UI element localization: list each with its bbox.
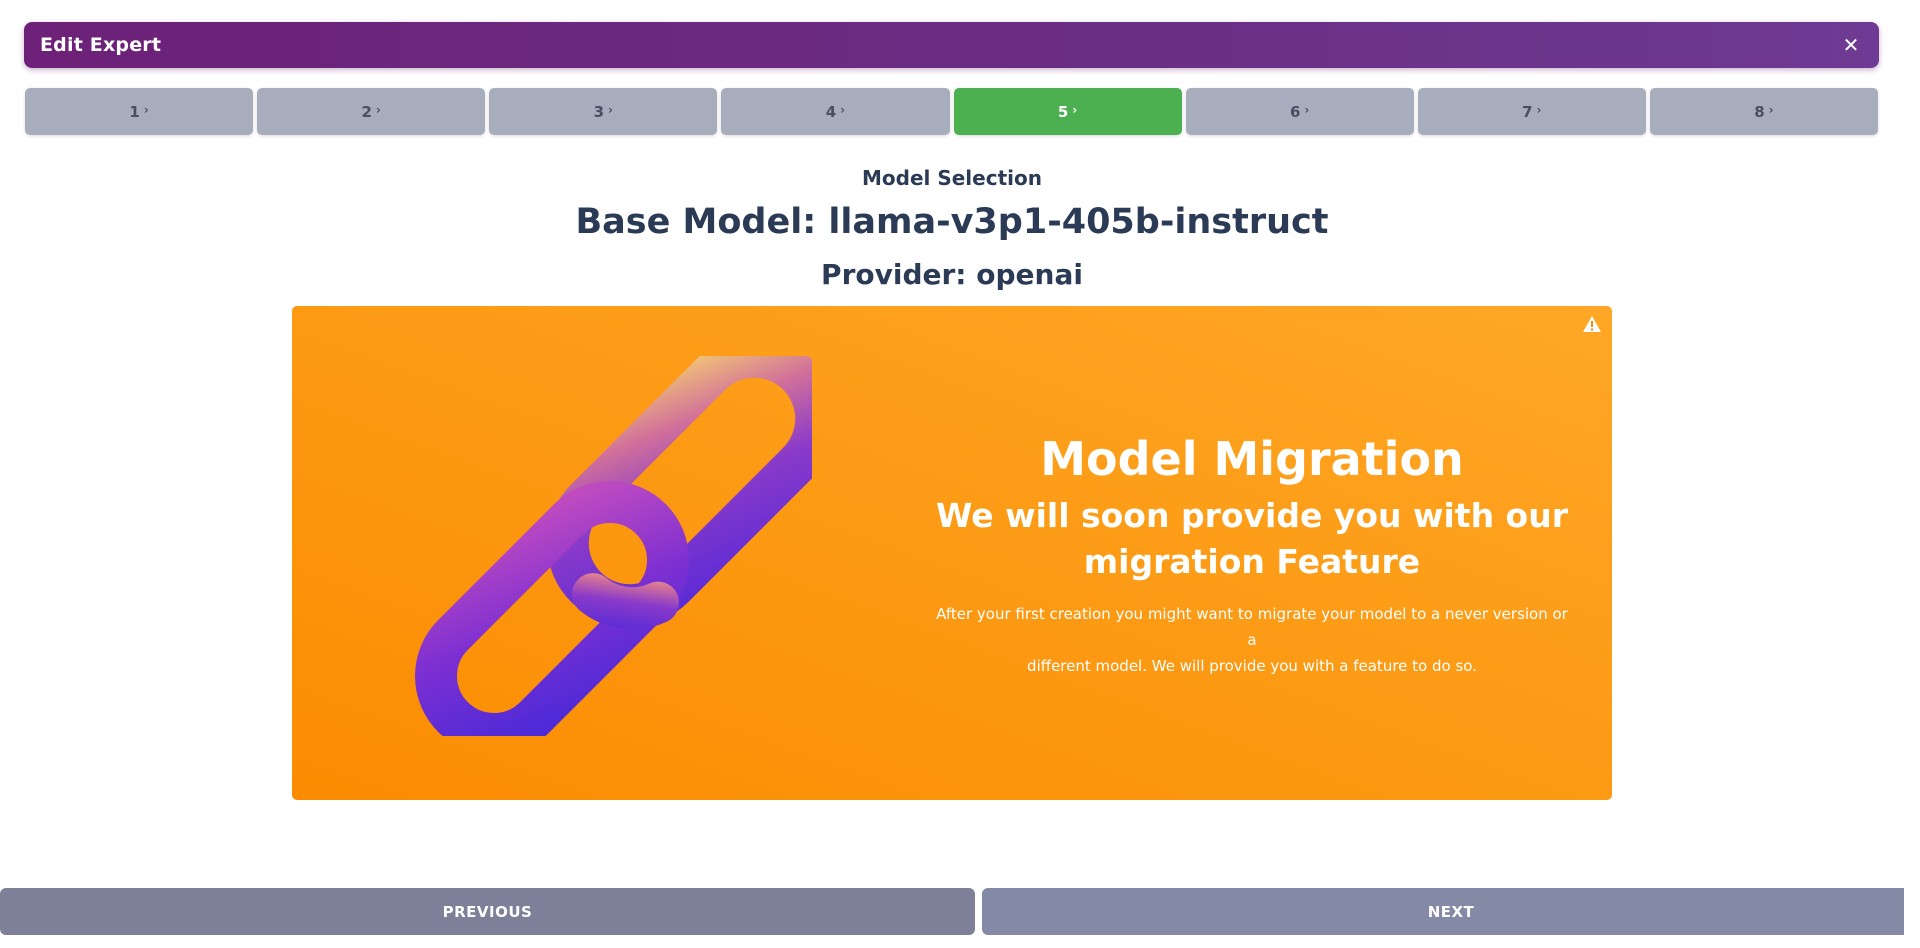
previous-button[interactable]: PREVIOUS — [0, 888, 975, 935]
stepper: 1 › 2 › 3 › 4 › 5 › 6 › 7 › 8 › — [25, 88, 1878, 135]
step-2[interactable]: 2 › — [257, 88, 486, 135]
chevron-right-icon: › — [840, 102, 846, 117]
step-4[interactable]: 4 › — [721, 88, 950, 135]
migration-banner: Model Migration We will soon provide you… — [292, 306, 1612, 800]
banner-subtitle-line: We will soon provide you with our — [935, 495, 1568, 535]
step-label: 7 — [1522, 102, 1533, 121]
banner-text: Model Migration We will soon provide you… — [932, 434, 1572, 680]
step-label: 8 — [1754, 102, 1765, 121]
step-label: 3 — [593, 102, 605, 121]
banner-subtitle-line: migration Feature — [1083, 541, 1421, 581]
banner-description-line: After your first creation you might want… — [936, 604, 1568, 650]
chevron-right-icon: › — [143, 102, 149, 117]
step-7[interactable]: 7 › — [1417, 88, 1646, 135]
banner-description-line: different model. We will provide you wit… — [1027, 657, 1477, 676]
chain-link-image — [415, 356, 812, 736]
banner-subtitle: We will soon provide you with our migrat… — [932, 493, 1572, 585]
step-label: 4 — [825, 102, 837, 121]
close-icon[interactable]: ✕ — [1839, 33, 1863, 57]
dialog-header: Edit Expert ✕ — [24, 22, 1879, 68]
step-label: 5 — [1057, 102, 1069, 121]
banner-description: After your first creation you might want… — [932, 601, 1572, 680]
chevron-right-icon: › — [1072, 102, 1078, 117]
provider-heading: Provider: openai — [821, 258, 1083, 291]
step-6[interactable]: 6 › — [1185, 88, 1414, 135]
step-1[interactable]: 1 › — [25, 88, 254, 135]
warning-icon — [1583, 316, 1601, 332]
next-button[interactable]: NEXT — [982, 888, 1920, 935]
banner-title: Model Migration — [1040, 432, 1464, 486]
step-label: 2 — [361, 102, 372, 121]
chevron-right-icon: › — [1768, 102, 1774, 117]
edit-expert-page: Edit Expert ✕ 1 › 2 › 3 › 4 › 5 › 6 › 7 › 8 › Mo… — [0, 0, 1920, 948]
section-title: Model Selection — [862, 166, 1042, 190]
base-model-heading: Base Model: llama-v3p1-405b-instruct — [575, 202, 1329, 242]
step-3[interactable]: 3 › — [489, 88, 718, 135]
step-5[interactable]: 5 › — [953, 88, 1182, 135]
chevron-right-icon: › — [1304, 102, 1310, 117]
chevron-right-icon: › — [375, 102, 381, 117]
chevron-right-icon: › — [1536, 102, 1542, 117]
dialog-title: Edit Expert — [40, 34, 162, 56]
step-label: 6 — [1289, 102, 1301, 121]
page-edge — [1904, 0, 1920, 948]
step-8[interactable]: 8 › — [1649, 88, 1878, 135]
step-label: 1 — [129, 102, 140, 121]
chevron-right-icon: › — [608, 102, 613, 117]
